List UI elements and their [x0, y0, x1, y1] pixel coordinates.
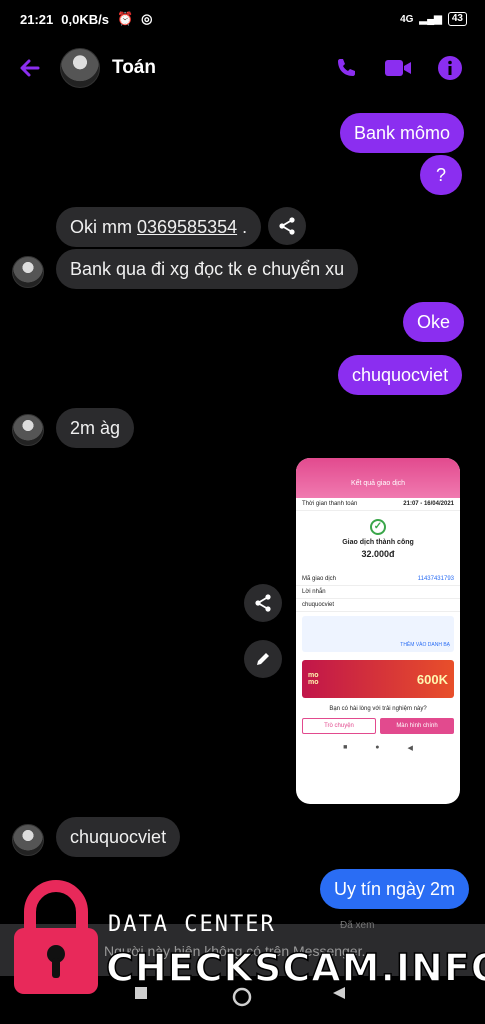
phone-icon[interactable] [332, 54, 360, 82]
message-received[interactable]: Bank qua đi xg đọc tk e chuyển xu [56, 249, 359, 289]
pencil-icon [257, 653, 269, 665]
receipt-buttons: Trò chuyện Màn hình chính [296, 712, 460, 740]
sender-avatar[interactable] [12, 414, 44, 446]
messenger-icon: ◎ [141, 11, 153, 26]
message-sent[interactable]: ? [420, 155, 463, 195]
checkmark-icon: ✓ [370, 519, 386, 535]
receipt-info-box: THÊM VÀO DANH BẠ [302, 616, 454, 652]
contact-name[interactable]: Toán [112, 57, 156, 79]
promo-banner: mo mo 600K [302, 660, 454, 698]
receipt-note-value: chuquocviet [296, 599, 460, 612]
phone-number-link[interactable]: 0369585354 [137, 217, 237, 237]
watermark-top: DATA CENTER [108, 912, 276, 937]
status-speed: 0,0KB/s [61, 11, 109, 27]
sender-avatar[interactable] [12, 256, 44, 288]
momo-logo: mo mo [308, 672, 319, 686]
watermark-main: CHECKSCAM.INFO [105, 945, 485, 991]
receipt-status: ✓ Giao dịch thành công 32.000đ [296, 519, 460, 559]
battery-icon: 43 [447, 12, 467, 26]
receipt-note-label: Lời nhắn [296, 586, 460, 599]
message-sent[interactable]: chuquocviet [338, 355, 463, 395]
receipt-header: Kết quả giao dịch [296, 458, 460, 498]
message-received[interactable]: Oki mm 0369585354 . [56, 207, 262, 247]
share-icon [255, 594, 271, 612]
share-image-button[interactable] [244, 584, 282, 622]
edit-image-button[interactable] [244, 640, 282, 678]
receipt-nav: ■ ● ◀ [343, 744, 413, 752]
contact-avatar[interactable] [60, 48, 100, 88]
back-arrow-icon[interactable] [16, 54, 44, 82]
sender-avatar[interactable] [12, 824, 44, 856]
share-icon [279, 217, 295, 235]
message-text: . [237, 217, 248, 237]
status-time: 21:21 [20, 11, 54, 27]
home-icon[interactable] [232, 987, 252, 1012]
shared-image-receipt[interactable]: Kết quả giao dịch Thời gian thanh toán 2… [296, 458, 460, 804]
receipt-time-row: Thời gian thanh toán 21:07 - 16/04/2021 [296, 498, 460, 511]
message-sent[interactable]: Oke [403, 302, 465, 342]
signal-icon: ▂▄▆ [419, 13, 442, 25]
message-received[interactable]: 2m àg [56, 408, 135, 448]
seen-status: Đã xem [340, 920, 375, 931]
message-sent[interactable]: Bank mômo [340, 113, 465, 153]
lock-watermark-icon [14, 880, 98, 994]
signal-label: 4G [400, 13, 414, 25]
status-bar: 21:21 0,0KB/s ⏰ ◎ 4G ▂▄▆ 43 [0, 0, 485, 38]
message-text: Oki mm [70, 217, 137, 237]
message-received[interactable]: chuquocviet [56, 817, 181, 857]
message-sent[interactable]: Uy tín ngày 2m [320, 869, 470, 909]
receipt-amount: 32.000đ [361, 549, 395, 559]
share-button[interactable] [268, 207, 306, 245]
receipt-txn-row: Mã giao dịch 11437431793 [296, 573, 460, 586]
info-icon[interactable] [436, 54, 464, 82]
alarm-icon: ⏰ [116, 11, 134, 26]
video-call-icon[interactable] [384, 54, 412, 82]
chat-header: Toán [0, 38, 485, 100]
